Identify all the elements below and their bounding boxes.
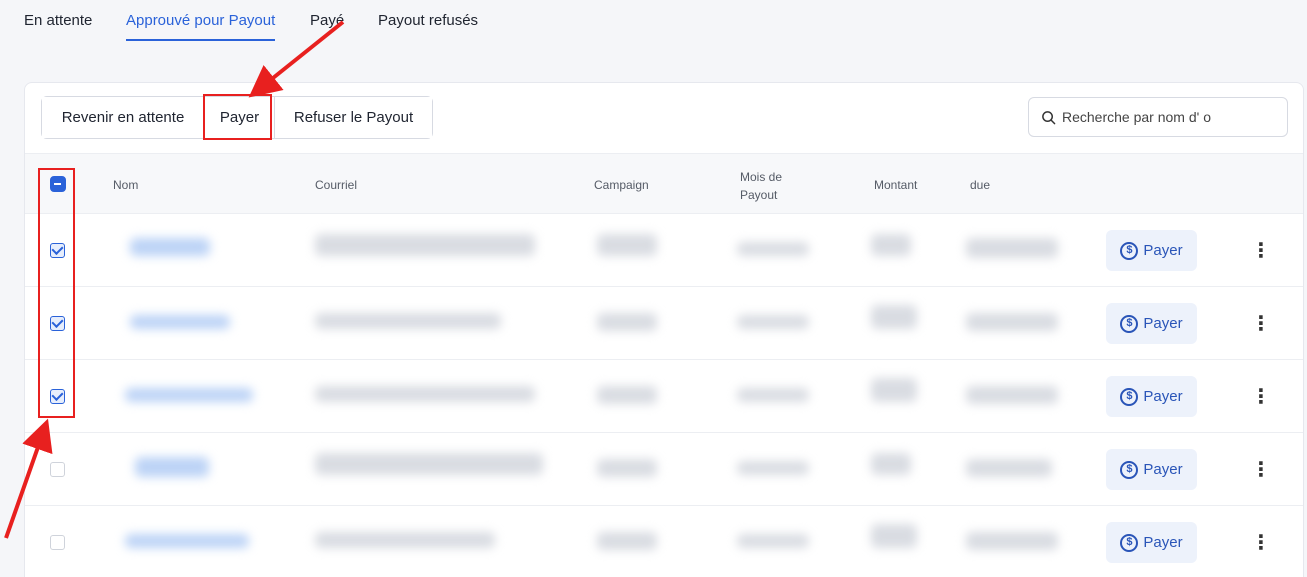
redacted-name — [125, 388, 253, 402]
more-vertical-icon[interactable]: ⋮ — [1251, 308, 1271, 338]
redacted-month — [737, 315, 809, 329]
redacted-email — [315, 386, 535, 402]
redacted-amount — [871, 234, 911, 256]
row-checkbox[interactable] — [50, 535, 65, 550]
column-header-month[interactable]: Mois de Payout — [740, 168, 802, 204]
dollar-circle-icon: $ — [1120, 533, 1139, 552]
search-input[interactable] — [1062, 109, 1262, 125]
pay-row-button[interactable]: $ Payer — [1106, 376, 1197, 417]
redacted-campaign — [597, 532, 657, 550]
dollar-circle-icon: $ — [1120, 314, 1139, 333]
redacted-email — [315, 313, 501, 329]
pay-row-button[interactable]: $ Payer — [1106, 449, 1197, 490]
redacted-month — [737, 242, 809, 256]
annotation-box-pay — [203, 94, 272, 140]
column-header-campaign[interactable]: Campaign — [594, 178, 649, 192]
table-row: $ Payer ⋮ — [25, 433, 1303, 506]
column-header-due[interactable]: due — [970, 178, 990, 192]
pay-row-button[interactable]: $ Payer — [1106, 303, 1197, 344]
redacted-name — [130, 238, 210, 256]
redacted-amount — [871, 524, 917, 548]
tab-paye[interactable]: Payé — [310, 12, 344, 39]
column-header-name[interactable]: Nom — [113, 178, 138, 192]
refuse-payout-button[interactable]: Refuser le Payout — [274, 97, 432, 138]
table-row: $ Payer ⋮ — [25, 360, 1303, 433]
column-header-amount[interactable]: Montant — [874, 178, 917, 192]
redacted-due — [966, 313, 1058, 331]
redacted-amount — [871, 453, 911, 475]
redacted-email — [315, 234, 535, 256]
redacted-campaign — [597, 313, 657, 331]
row-checkbox[interactable] — [50, 462, 65, 477]
pay-row-label: Payer — [1143, 388, 1183, 405]
tab-en-attente[interactable]: En attente — [24, 12, 92, 39]
annotation-box-checkboxes — [38, 168, 75, 418]
redacted-month — [737, 461, 809, 475]
redacted-campaign — [597, 234, 657, 256]
search-box — [1028, 97, 1288, 137]
more-vertical-icon[interactable]: ⋮ — [1251, 454, 1271, 484]
redacted-name — [135, 457, 209, 477]
payout-card: Revenir en attente Payer Refuser le Payo… — [24, 82, 1304, 577]
table-header: Nom Courriel Campaign Mois de Payout Mon… — [25, 153, 1303, 214]
redacted-name — [125, 534, 249, 548]
pay-row-button[interactable]: $ Payer — [1106, 522, 1197, 563]
dollar-circle-icon: $ — [1120, 241, 1139, 260]
redacted-due — [966, 459, 1052, 477]
dollar-circle-icon: $ — [1120, 460, 1139, 479]
redacted-campaign — [597, 386, 657, 404]
table-row: $ Payer ⋮ — [25, 287, 1303, 360]
redacted-name — [130, 315, 230, 329]
redacted-due — [966, 238, 1058, 258]
revert-pending-button[interactable]: Revenir en attente — [42, 97, 204, 138]
tab-approuve[interactable]: Approuvé pour Payout — [126, 12, 276, 41]
pay-row-label: Payer — [1143, 242, 1183, 259]
column-header-email[interactable]: Courriel — [315, 178, 357, 192]
redacted-due — [966, 386, 1058, 404]
redacted-amount — [871, 378, 917, 402]
more-vertical-icon[interactable]: ⋮ — [1251, 235, 1271, 265]
dollar-circle-icon: $ — [1120, 387, 1139, 406]
tab-refuses[interactable]: Payout refusés — [378, 12, 478, 39]
status-tabs: En attente Approuvé pour Payout Payé Pay… — [0, 0, 1307, 44]
pay-row-label: Payer — [1143, 534, 1183, 551]
redacted-amount — [871, 305, 917, 329]
pay-row-button[interactable]: $ Payer — [1106, 230, 1197, 271]
search-icon — [1042, 110, 1056, 124]
more-vertical-icon[interactable]: ⋮ — [1251, 527, 1271, 557]
more-vertical-icon[interactable]: ⋮ — [1251, 381, 1271, 411]
table-row: $ Payer ⋮ — [25, 506, 1303, 577]
redacted-month — [737, 534, 809, 548]
redacted-email — [315, 532, 495, 548]
redacted-email — [315, 453, 543, 475]
redacted-month — [737, 388, 809, 402]
pay-row-label: Payer — [1143, 315, 1183, 332]
redacted-due — [966, 532, 1058, 550]
pay-row-label: Payer — [1143, 461, 1183, 478]
table-row: $ Payer ⋮ — [25, 214, 1303, 287]
redacted-campaign — [597, 459, 657, 477]
